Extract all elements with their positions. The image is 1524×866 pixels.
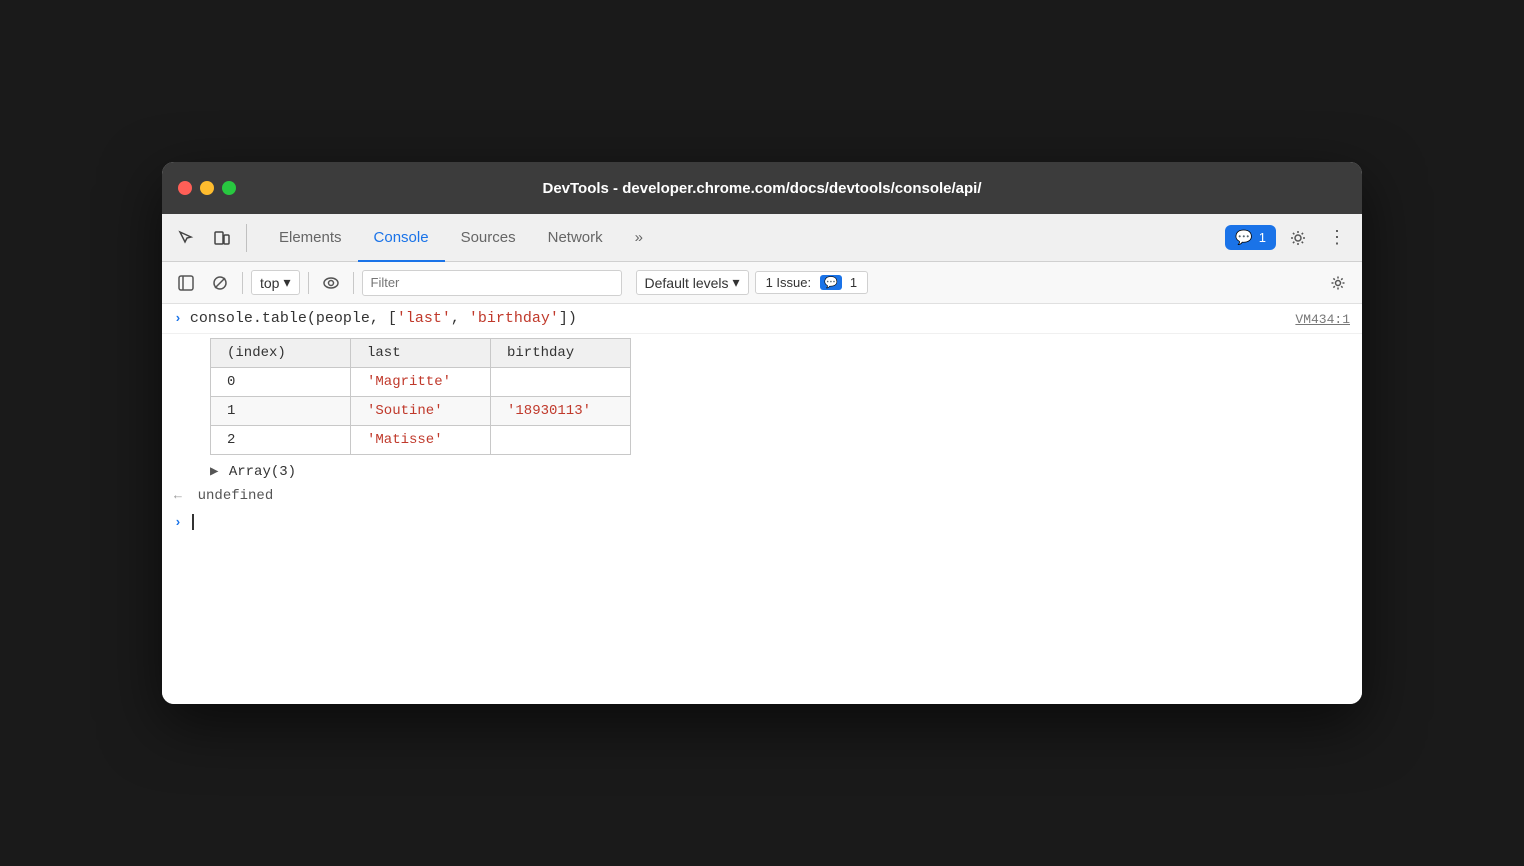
- console-entry-input: › console.table(people, ['last', 'birthd…: [162, 304, 1362, 334]
- input-arrow: ›: [174, 311, 182, 326]
- inspect-button[interactable]: [170, 222, 202, 254]
- close-button[interactable]: [178, 181, 192, 195]
- table-row: 1 'Soutine' '18930113': [211, 397, 631, 426]
- settings-icon: [1330, 275, 1346, 291]
- tab-network[interactable]: Network: [532, 215, 619, 262]
- cell-index-2: 2: [211, 426, 351, 455]
- issue-icon: 💬: [820, 275, 842, 290]
- tab-more[interactable]: »: [619, 215, 659, 262]
- maximize-button[interactable]: [222, 181, 236, 195]
- console-sidebar-button[interactable]: [172, 269, 200, 297]
- console-toolbar: top ▾ Default levels ▾ 1 Issue: 💬 1: [162, 262, 1362, 304]
- console-code[interactable]: console.table(people, ['last', 'birthday…: [190, 310, 577, 327]
- cell-last-0: 'Magritte': [351, 368, 491, 397]
- tab-sources[interactable]: Sources: [445, 215, 532, 262]
- tab-console[interactable]: Console: [358, 215, 445, 262]
- cell-birthday-1: '18930113': [491, 397, 631, 426]
- array-expand[interactable]: ▶ Array(3): [162, 459, 1362, 484]
- console-table: (index) last birthday 0 'Magritte' 1 'So…: [210, 338, 631, 455]
- prompt-arrow: ›: [174, 515, 182, 530]
- toolbar-divider: [246, 224, 247, 252]
- cell-index-0: 0: [211, 368, 351, 397]
- context-selector[interactable]: top ▾: [251, 270, 300, 295]
- console-settings-button[interactable]: [1324, 269, 1352, 297]
- toolbar-divider-2: [308, 272, 309, 294]
- undefined-return: ← undefined: [162, 484, 1362, 508]
- issues-console-badge[interactable]: 1 Issue: 💬 1: [755, 271, 868, 294]
- issues-count: 1: [1259, 230, 1266, 245]
- more-menu-button[interactable]: ⋮: [1320, 223, 1354, 252]
- cell-last-2: 'Matisse': [351, 426, 491, 455]
- vm-reference[interactable]: VM434:1: [1295, 312, 1350, 327]
- issues-badge[interactable]: 💬 1: [1225, 225, 1276, 250]
- minimize-button[interactable]: [200, 181, 214, 195]
- issues-icon: 💬: [1235, 229, 1252, 246]
- tab-list: Elements Console Sources Network »: [263, 214, 659, 261]
- devtools-window: DevTools - developer.chrome.com/docs/dev…: [162, 162, 1362, 704]
- gear-icon: [1289, 229, 1307, 247]
- col-header-birthday: birthday: [491, 339, 631, 368]
- sidebar-icon: [178, 275, 194, 291]
- clear-icon: [212, 275, 228, 291]
- cell-last-1: 'Soutine': [351, 397, 491, 426]
- traffic-lights: [178, 181, 236, 195]
- cell-index-1: 1: [211, 397, 351, 426]
- device-toolbar-button[interactable]: [206, 222, 238, 254]
- settings-button[interactable]: [1282, 222, 1314, 254]
- expand-triangle-icon: ▶: [210, 464, 218, 480]
- cell-birthday-0: [491, 368, 631, 397]
- array-label: Array(3): [229, 464, 296, 480]
- cell-birthday-2: [491, 426, 631, 455]
- col-header-last: last: [351, 339, 491, 368]
- tab-elements[interactable]: Elements: [263, 215, 358, 262]
- title-bar: DevTools - developer.chrome.com/docs/dev…: [162, 162, 1362, 214]
- table-row: 2 'Matisse': [211, 426, 631, 455]
- main-toolbar: Elements Console Sources Network » 💬 1: [162, 214, 1362, 262]
- eye-icon: [323, 275, 339, 291]
- levels-selector[interactable]: Default levels ▾: [636, 270, 749, 295]
- return-arrow: ←: [174, 488, 190, 503]
- console-content: › console.table(people, ['last', 'birthd…: [162, 304, 1362, 704]
- toolbar-divider-1: [242, 272, 243, 294]
- device-icon: [213, 229, 231, 247]
- clear-console-button[interactable]: [206, 269, 234, 297]
- eye-button[interactable]: [317, 269, 345, 297]
- toolbar-right: 💬 1 ⋮: [1225, 222, 1354, 254]
- window-title: DevTools - developer.chrome.com/docs/dev…: [542, 180, 981, 197]
- inspect-icon: [177, 229, 195, 247]
- console-table-container: (index) last birthday 0 'Magritte' 1 'So…: [162, 334, 1362, 459]
- undefined-text: undefined: [198, 488, 274, 504]
- filter-input[interactable]: [362, 270, 622, 296]
- cursor: [192, 514, 194, 530]
- col-header-index: (index): [211, 339, 351, 368]
- toolbar-divider-3: [353, 272, 354, 294]
- table-row: 0 'Magritte': [211, 368, 631, 397]
- prompt-line[interactable]: ›: [162, 508, 1362, 536]
